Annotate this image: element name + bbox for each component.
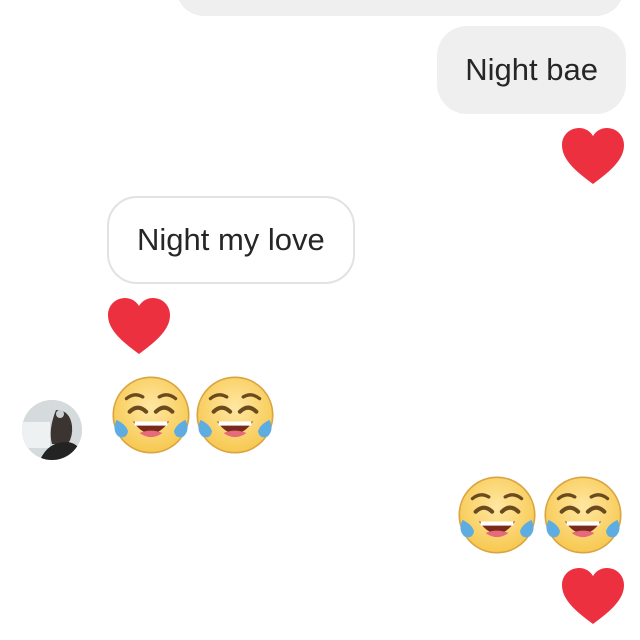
received-message-text: Night my love — [137, 222, 325, 257]
tears-of-joy-emoji-icon[interactable] — [110, 374, 192, 456]
tears-of-joy-emoji-icon[interactable] — [456, 474, 538, 556]
sent-message-bubble[interactable]: Night bae — [437, 26, 626, 114]
heart-icon[interactable] — [106, 296, 172, 356]
tears-of-joy-emoji-icon[interactable] — [542, 474, 624, 556]
chat-thread: Night bae Night my love — [0, 0, 640, 640]
heart-icon[interactable] — [560, 126, 626, 186]
sent-message-text: Night bae — [465, 52, 598, 87]
avatar-photo — [22, 400, 82, 460]
contact-avatar[interactable] — [22, 400, 82, 460]
heart-icon[interactable] — [560, 566, 626, 626]
tears-of-joy-emoji-icon[interactable] — [194, 374, 276, 456]
received-message-bubble[interactable]: Night my love — [107, 196, 355, 284]
previous-message-bubble[interactable] — [176, 0, 624, 16]
